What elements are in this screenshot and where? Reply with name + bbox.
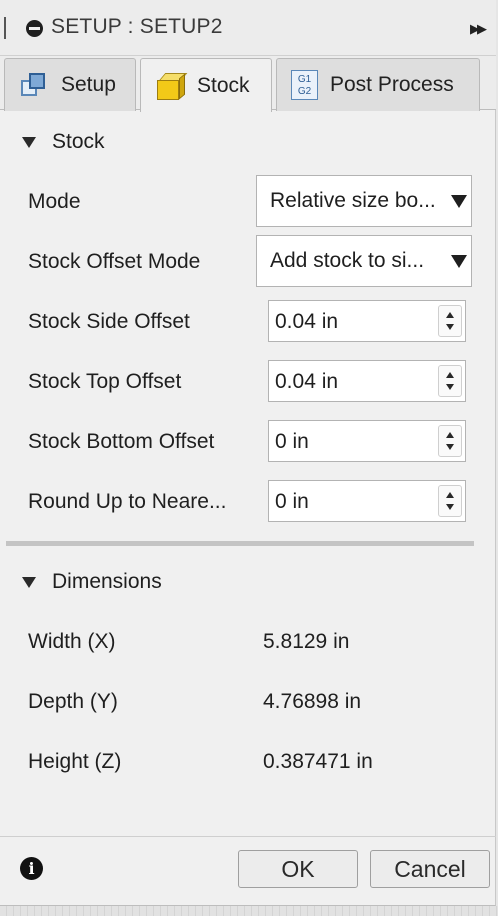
tab-post-process-label: Post Process (330, 73, 454, 96)
dialog-title: SETUP : SETUP2 (51, 15, 223, 38)
height-label: Height (Z) (28, 750, 122, 773)
footer-divider (0, 836, 496, 837)
stock-cube-icon (155, 71, 188, 101)
width-label: Width (X) (28, 630, 116, 653)
round-up-value: 0 in (275, 490, 309, 513)
stock-offset-mode-label: Stock Offset Mode (28, 250, 201, 273)
section-divider[interactable] (6, 541, 474, 546)
stock-side-offset-input[interactable]: 0.04 in (268, 300, 466, 342)
stock-side-offset-label: Stock Side Offset (28, 310, 190, 333)
height-value: 0.387471 in (263, 750, 373, 773)
stepper-arrows-icon[interactable] (438, 485, 462, 517)
tab-post-process[interactable]: G1 G2 Post Process (276, 58, 480, 111)
tab-stock-label: Stock (197, 73, 250, 97)
dropdown-arrow-icon (451, 255, 467, 268)
title-bar[interactable]: SETUP : SETUP2 ▶▶ (0, 0, 496, 56)
collapse-triangle-icon[interactable] (22, 576, 36, 588)
expand-icon[interactable]: ▶▶ (470, 21, 487, 37)
mode-dropdown[interactable]: Relative size bo... (256, 175, 472, 227)
stock-section-header[interactable]: Stock (22, 130, 105, 154)
tab-stock[interactable]: Stock (140, 58, 272, 112)
g1g2-icon: G1 G2 (291, 70, 318, 100)
depth-label: Depth (Y) (28, 690, 118, 713)
tab-setup-label: Setup (61, 73, 116, 96)
stepper-arrows-icon[interactable] (438, 305, 462, 337)
mode-label: Mode (28, 190, 81, 213)
stock-top-offset-value: 0.04 in (275, 370, 339, 393)
round-up-input[interactable]: 0 in (268, 480, 466, 522)
round-up-label: Round Up to Neare... (28, 490, 227, 513)
stock-offset-mode-value: Add stock to si... (270, 249, 425, 272)
collapse-triangle-icon[interactable] (22, 136, 36, 148)
dropdown-arrow-icon (451, 195, 467, 208)
width-value: 5.8129 in (263, 630, 350, 653)
info-icon[interactable]: i (20, 857, 43, 880)
cancel-button[interactable]: Cancel (370, 850, 490, 888)
dimensions-section-header[interactable]: Dimensions (22, 570, 162, 594)
stock-top-offset-label: Stock Top Offset (28, 370, 182, 393)
stock-bottom-offset-input[interactable]: 0 in (268, 420, 466, 462)
stock-bottom-offset-value: 0 in (275, 430, 309, 453)
ok-button[interactable]: OK (238, 850, 358, 888)
stock-side-offset-value: 0.04 in (275, 310, 339, 333)
dimensions-section-title: Dimensions (52, 570, 162, 593)
drag-grip-icon[interactable] (4, 17, 7, 39)
window-bottom-edge (0, 906, 498, 916)
stock-top-offset-input[interactable]: 0.04 in (268, 360, 466, 402)
setup-cube-icon (19, 70, 49, 100)
stock-offset-mode-dropdown[interactable]: Add stock to si... (256, 235, 472, 287)
stop-icon[interactable] (26, 20, 43, 37)
stepper-arrows-icon[interactable] (438, 365, 462, 397)
depth-value: 4.76898 in (263, 690, 362, 713)
mode-dropdown-value: Relative size bo... (270, 189, 436, 212)
stepper-arrows-icon[interactable] (438, 425, 462, 457)
tab-setup[interactable]: Setup (4, 58, 136, 111)
stock-bottom-offset-label: Stock Bottom Offset (28, 430, 215, 453)
stock-section-title: Stock (52, 130, 105, 153)
tab-bar: Setup Stock G1 G2 Post Process (0, 56, 496, 112)
setup-dialog: SETUP : SETUP2 ▶▶ Setup Stock G1 G2 Post… (0, 0, 496, 906)
